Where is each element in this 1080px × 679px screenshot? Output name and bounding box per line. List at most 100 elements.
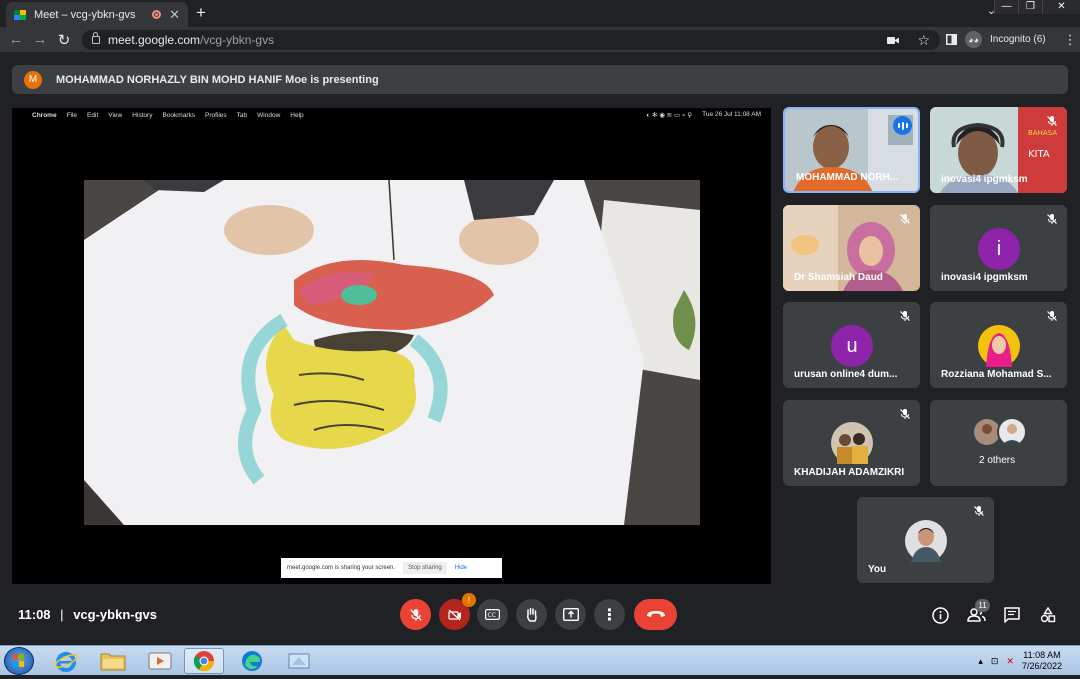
screen-share-notice: meet.google.com is sharing your screen. … bbox=[281, 558, 502, 578]
browser-tab-strip: Meet – vcg-ybkn-gvs ✕ + ⌄ — ❐ ✕ bbox=[0, 0, 1080, 27]
media-player-taskbar-item[interactable] bbox=[140, 648, 180, 674]
svg-text:CC: CC bbox=[488, 612, 496, 619]
mic-off-icon bbox=[409, 608, 422, 621]
self-tile[interactable]: You bbox=[857, 497, 994, 583]
chat-button[interactable] bbox=[1002, 605, 1022, 625]
camera-in-use-icon[interactable] bbox=[887, 36, 900, 45]
mac-clock: Tue 26 Jul 11:08 AM bbox=[702, 111, 761, 118]
taskbar-clock[interactable]: 11:08 AM 7/26/2022 bbox=[1022, 650, 1062, 672]
participant-name: urusan online4 dum... bbox=[794, 369, 898, 380]
url-path: /vcg-ybkn-gvs bbox=[200, 33, 275, 47]
edge-taskbar-item[interactable] bbox=[232, 648, 272, 674]
mic-off-icon bbox=[1047, 214, 1057, 224]
back-arrow-icon[interactable]: ← bbox=[4, 31, 28, 48]
mac-menu-item: Window bbox=[257, 111, 281, 119]
mac-menu-item: Profiles bbox=[204, 111, 227, 119]
participant-name: Dr Shamsiah Daud bbox=[794, 272, 883, 283]
participant-tile[interactable]: MOHAMMAD NORH... bbox=[783, 107, 920, 193]
mac-menu-item: History bbox=[132, 111, 153, 119]
people-button[interactable]: 11 bbox=[966, 599, 990, 625]
mac-menu-item: Tab bbox=[236, 111, 248, 119]
chat-icon bbox=[1004, 607, 1020, 623]
stop-sharing-button[interactable]: Stop sharing bbox=[403, 562, 447, 574]
others-tile[interactable]: 2 others bbox=[930, 400, 1067, 486]
participant-name: KHADIJAH ADAMZIKRI bbox=[794, 467, 905, 478]
camera-off-icon bbox=[447, 609, 461, 620]
participant-name: Rozziana Mohamad S... bbox=[941, 369, 1052, 380]
mic-off-icon bbox=[974, 506, 984, 516]
windows-taskbar: ▴ ⊡ ✕ 11:08 AM 7/26/2022 bbox=[0, 645, 1080, 675]
meeting-info: 11:08 | vcg-ybkn-gvs bbox=[18, 607, 157, 622]
mac-menu-item: View bbox=[108, 111, 123, 119]
participant-tile[interactable]: BAHASA KITA inovasi4 ipgmksm bbox=[930, 107, 1067, 193]
speaking-indicator-icon bbox=[893, 116, 912, 135]
mic-off-icon bbox=[900, 409, 910, 419]
taskbar-date: 7/26/2022 bbox=[1021, 661, 1062, 671]
volume-muted-icon[interactable]: ✕ bbox=[1006, 656, 1014, 667]
app-window-icon bbox=[288, 653, 310, 669]
present-screen-button[interactable] bbox=[555, 599, 586, 630]
mac-menu-item: File bbox=[66, 111, 78, 119]
participant-name: inovasi4 ipgmksm bbox=[941, 174, 1028, 185]
window-close-button[interactable]: ✕ bbox=[1042, 0, 1080, 14]
browser-tab-meet[interactable]: Meet – vcg-ybkn-gvs ✕ bbox=[6, 2, 188, 27]
participant-tile[interactable]: u urusan online4 dum... bbox=[783, 302, 920, 388]
leave-call-button[interactable] bbox=[634, 599, 677, 630]
svg-text:BAHASA: BAHASA bbox=[1028, 129, 1057, 137]
mic-off-icon bbox=[1047, 311, 1057, 321]
address-bar[interactable]: meet.google.com/vcg-ybkn-gvs ☆ bbox=[82, 30, 940, 50]
mac-status-icons: ◐ ✻ ◉ ≋ ▭ ⌕ ⚲ bbox=[646, 112, 693, 119]
meeting-time: 11:08 bbox=[18, 607, 51, 622]
show-hidden-icons-icon[interactable]: ▴ bbox=[978, 656, 983, 667]
browser-menu-icon[interactable]: ⋮ bbox=[1064, 32, 1077, 48]
participant-tile[interactable]: i inovasi4 ipgmksm bbox=[930, 205, 1067, 291]
network-icon[interactable]: ⊡ bbox=[991, 656, 999, 667]
app-taskbar-item[interactable] bbox=[279, 648, 319, 674]
participant-tile[interactable]: Dr Shamsiah Daud bbox=[783, 205, 920, 291]
captions-button[interactable]: CC bbox=[477, 599, 508, 630]
mac-menu-item: Help bbox=[290, 111, 304, 119]
internet-explorer-icon bbox=[54, 652, 78, 672]
incognito-icon[interactable]: ◕◕ bbox=[965, 31, 982, 48]
activities-button[interactable] bbox=[1038, 605, 1058, 625]
bookmark-star-icon[interactable]: ☆ bbox=[917, 32, 930, 49]
participant-name: You bbox=[868, 564, 887, 575]
internet-explorer-taskbar-item[interactable] bbox=[46, 648, 86, 674]
participant-tile[interactable]: Rozziana Mohamad S... bbox=[930, 302, 1067, 388]
incognito-label[interactable]: Incognito (6) bbox=[990, 34, 1046, 45]
camera-toggle-button[interactable]: ! bbox=[439, 593, 476, 630]
svg-text:KITA: KITA bbox=[1028, 149, 1050, 160]
new-tab-button[interactable]: + bbox=[196, 3, 206, 23]
more-options-button[interactable]: ⋮ bbox=[594, 599, 625, 630]
participant-name: inovasi4 ipgmksm bbox=[941, 272, 1028, 283]
windows-start-button[interactable] bbox=[4, 647, 34, 675]
forward-arrow-icon[interactable]: → bbox=[28, 31, 52, 48]
mac-menu-bar: Chrome File Edit View History Bookmarks … bbox=[12, 108, 771, 122]
participant-avatar: u bbox=[831, 325, 873, 367]
minimize-button[interactable]: — bbox=[994, 0, 1018, 14]
meeting-details-button[interactable] bbox=[930, 605, 950, 625]
presenting-banner: M MOHAMMAD NORHAZLY BIN MOHD HANIF Moe i… bbox=[12, 65, 1068, 94]
share-notice-text: meet.google.com is sharing your screen. bbox=[287, 565, 396, 571]
mic-toggle-button[interactable] bbox=[400, 599, 431, 630]
hand-icon bbox=[526, 607, 537, 622]
mac-menu-item: Chrome bbox=[32, 111, 57, 119]
reload-icon[interactable]: ↻ bbox=[52, 31, 76, 49]
url-host: meet.google.com bbox=[108, 33, 201, 47]
file-explorer-taskbar-item[interactable] bbox=[93, 648, 133, 674]
tab-close-icon[interactable]: ✕ bbox=[169, 7, 180, 23]
raise-hand-button[interactable] bbox=[516, 599, 547, 630]
media-player-icon bbox=[148, 652, 172, 670]
tab-title: Meet – vcg-ybkn-gvs bbox=[34, 8, 136, 21]
others-count-label: 2 others bbox=[979, 455, 1016, 466]
participant-name: MOHAMMAD NORH... bbox=[796, 172, 899, 183]
hide-button[interactable]: Hide bbox=[455, 565, 467, 571]
windows-logo-icon bbox=[13, 654, 24, 667]
shared-screen: Chrome File Edit View History Bookmarks … bbox=[12, 108, 771, 584]
side-panel-icon[interactable] bbox=[946, 34, 957, 45]
restore-button[interactable]: ❐ bbox=[1018, 0, 1042, 14]
chrome-taskbar-item[interactable] bbox=[184, 648, 224, 674]
participant-avatar bbox=[978, 325, 1020, 367]
participant-tile[interactable]: KHADIJAH ADAMZIKRI bbox=[783, 400, 920, 486]
participant-avatar bbox=[831, 422, 873, 464]
